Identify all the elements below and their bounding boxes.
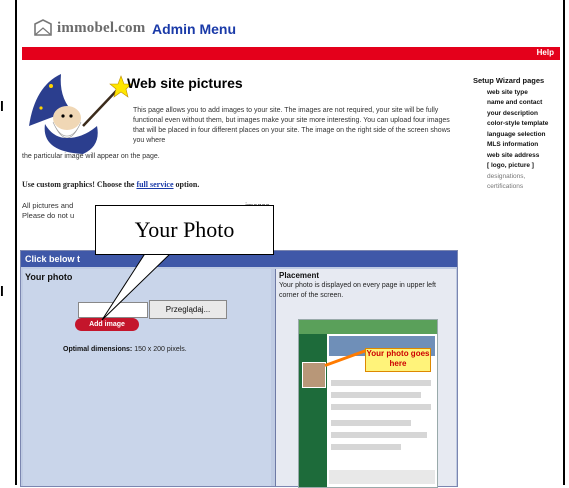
page-intro-continued: the particular image will appear on the … bbox=[22, 153, 160, 160]
custom-graphics-line: Use custom graphics! Choose the full ser… bbox=[22, 180, 199, 189]
preview-callout: Your photo goes here bbox=[365, 348, 431, 372]
placement-title: Placement bbox=[279, 271, 320, 280]
top-nav-bar: Help bbox=[22, 47, 560, 60]
wizard-mascot-icon bbox=[29, 74, 133, 154]
preview-text-row bbox=[331, 380, 431, 386]
wizard-item-color-style[interactable]: color-style template bbox=[473, 119, 563, 130]
page-intro-text: This page allows you to add images to yo… bbox=[133, 107, 451, 144]
logo-text: immobel.com bbox=[57, 19, 146, 36]
preview-text-row bbox=[331, 420, 411, 426]
wizard-item-designations[interactable]: designations, bbox=[473, 172, 563, 183]
wizard-item-address[interactable]: web site address bbox=[473, 151, 563, 162]
frame-right-edge bbox=[563, 0, 565, 485]
preview-text-row bbox=[331, 444, 401, 450]
custom-graphics-suffix: option. bbox=[175, 180, 200, 189]
placement-preview-image: Your photo goes here bbox=[298, 319, 438, 488]
custom-graphics-prefix: Use custom graphics! Choose the bbox=[22, 180, 135, 189]
help-link[interactable]: Help bbox=[537, 48, 554, 57]
wizard-item-logo-picture[interactable]: [ logo, picture ] bbox=[473, 161, 563, 172]
cropped-glyph-bottom: l bbox=[0, 283, 4, 299]
full-service-link[interactable]: full service bbox=[136, 180, 173, 189]
admin-menu-title: Admin Menu bbox=[152, 21, 236, 37]
placement-text: Your photo is displayed on every page in… bbox=[279, 282, 436, 299]
wizard-item-mls[interactable]: MLS information bbox=[473, 140, 563, 151]
cropped-glyph-top: l bbox=[0, 98, 4, 114]
browse-button[interactable]: Przeglądaj... bbox=[149, 300, 227, 319]
wizard-item-certifications[interactable]: certifications bbox=[473, 182, 563, 193]
optimal-dimensions: Optimal dimensions: 150 x 200 pixels. bbox=[63, 346, 187, 353]
upload-form-column: Your photo Przeglądaj... Add image Optim… bbox=[23, 269, 271, 486]
setup-wizard-menu: Setup Wizard pages web site type name an… bbox=[473, 76, 563, 193]
your-photo-label: Your photo bbox=[25, 272, 73, 282]
your-photo-callout: Your Photo bbox=[95, 205, 274, 255]
preview-footer bbox=[329, 470, 435, 484]
preview-text-row bbox=[331, 392, 421, 398]
page-title: Web site pictures bbox=[127, 75, 243, 91]
upload-panel: Click below t Your photo Przeglądaj... A… bbox=[20, 250, 458, 488]
preview-text-row bbox=[331, 432, 427, 438]
envelope-logo-icon bbox=[34, 19, 52, 36]
preview-header bbox=[299, 320, 437, 334]
preview-photo-slot bbox=[302, 362, 326, 388]
pictures-notice-line1: All pictures and bbox=[22, 201, 74, 210]
file-path-input[interactable] bbox=[78, 302, 148, 318]
frame-left-edge bbox=[15, 0, 17, 485]
wizard-item-web-site-type[interactable]: web site type bbox=[473, 88, 563, 99]
add-image-button[interactable]: Add image bbox=[75, 318, 139, 331]
preview-sidebar bbox=[299, 334, 327, 487]
wizard-item-description[interactable]: your description bbox=[473, 109, 563, 120]
wizard-item-name-contact[interactable]: name and contact bbox=[473, 98, 563, 109]
wizard-item-language[interactable]: language selection bbox=[473, 130, 563, 141]
setup-wizard-title: Setup Wizard pages bbox=[473, 76, 545, 85]
site-logo[interactable]: immobel.com bbox=[33, 18, 145, 38]
preview-text-row bbox=[331, 404, 431, 410]
placement-column: Placement Your photo is displayed on eve… bbox=[275, 269, 456, 488]
optimal-dimensions-value: 150 x 200 pixels. bbox=[134, 346, 187, 353]
optimal-dimensions-label: Optimal dimensions: bbox=[63, 346, 133, 353]
